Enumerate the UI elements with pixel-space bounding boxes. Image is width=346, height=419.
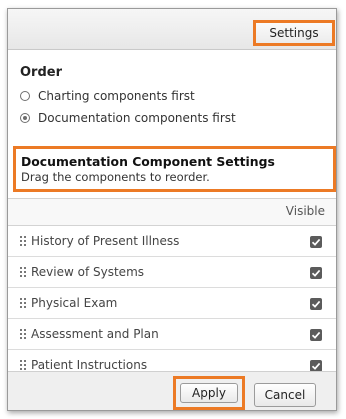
table-header: Visible — [8, 198, 336, 226]
row-label: Physical Exam — [31, 296, 118, 310]
radio-charting-first[interactable]: Charting components first — [20, 87, 195, 105]
table-row[interactable]: History of Present Illness — [8, 226, 336, 257]
drag-handle-icon[interactable] — [20, 267, 26, 278]
component-table: Visible History of Present Illness Revie… — [8, 198, 336, 381]
row-label: Review of Systems — [31, 265, 145, 279]
drag-handle-icon[interactable] — [20, 329, 26, 340]
row-label: History of Present Illness — [31, 234, 180, 248]
radio-label: Documentation components first — [38, 111, 236, 125]
radio-label: Charting components first — [38, 89, 195, 103]
apply-button[interactable]: Apply — [180, 383, 238, 403]
checkbox-checked-icon[interactable] — [310, 236, 322, 248]
documentation-settings-title: Documentation Component Settings — [21, 154, 275, 169]
apply-button-highlight: Apply — [173, 376, 245, 410]
checkbox-checked-icon[interactable] — [310, 267, 322, 279]
table-row[interactable]: Physical Exam — [8, 288, 336, 319]
table-row[interactable]: Assessment and Plan — [8, 319, 336, 350]
cancel-button[interactable]: Cancel — [254, 383, 316, 407]
row-label: Patient Instructions — [31, 358, 148, 372]
panel-footer: Apply Cancel — [8, 371, 336, 410]
drag-handle-icon[interactable] — [20, 298, 26, 309]
order-heading: Order — [20, 65, 62, 80]
visible-column-header: Visible — [285, 204, 325, 218]
drag-handle-icon[interactable] — [20, 236, 26, 247]
settings-button[interactable]: Settings — [253, 20, 335, 46]
panel-header: Settings — [8, 9, 336, 50]
documentation-settings-section: Documentation Component Settings Drag th… — [13, 146, 336, 192]
documentation-settings-subtitle: Drag the components to reorder. — [21, 170, 210, 184]
radio-checked-icon[interactable] — [20, 113, 30, 123]
checkbox-checked-icon[interactable] — [310, 298, 322, 310]
radio-unchecked-icon[interactable] — [20, 91, 30, 101]
radio-documentation-first[interactable]: Documentation components first — [20, 109, 236, 127]
table-row[interactable]: Review of Systems — [8, 257, 336, 288]
row-label: Assessment and Plan — [31, 327, 159, 341]
checkbox-checked-icon[interactable] — [310, 329, 322, 341]
drag-handle-icon[interactable] — [20, 360, 26, 371]
settings-panel: Settings Order Charting components first… — [7, 8, 337, 411]
